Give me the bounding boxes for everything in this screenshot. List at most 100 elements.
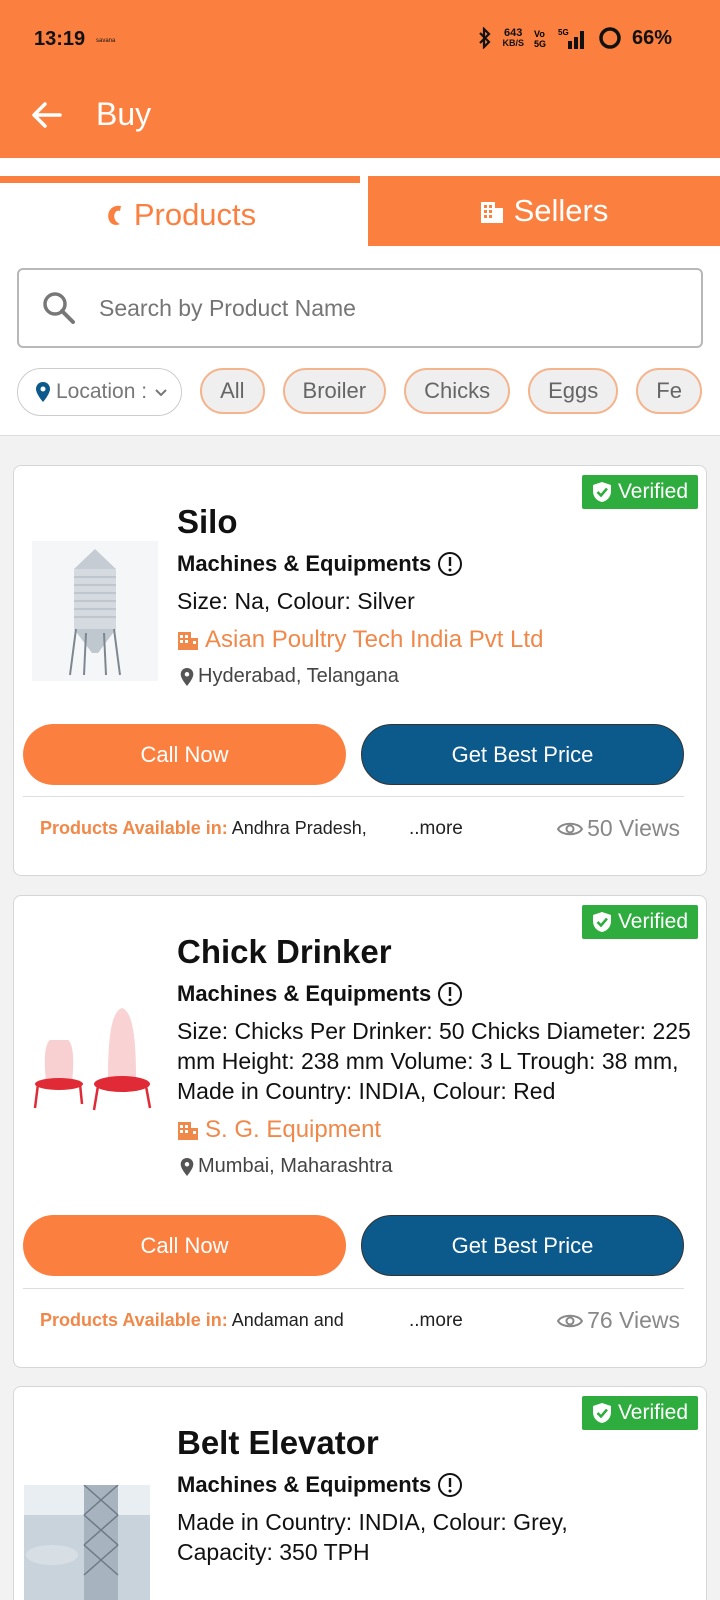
product-title[interactable]: Belt Elevator <box>177 1424 379 1462</box>
views-count: 50 Views <box>557 815 680 842</box>
verified-label: Verified <box>617 910 688 933</box>
svg-text:5G: 5G <box>558 28 569 37</box>
search-box[interactable] <box>17 268 703 348</box>
seller-link[interactable]: Asian Poultry Tech India Pvt Ltd <box>177 626 543 654</box>
availability-value: Andhra Pradesh, <box>231 818 367 838</box>
availability-label: Products Available in: <box>40 818 228 838</box>
product-category: Machines & Equipments <box>177 1472 463 1498</box>
bluetooth-icon <box>479 27 492 49</box>
product-description: Size: Na, Colour: Silver <box>177 588 415 614</box>
app-header: 13:19 savana 643 KB/S Vo 5G 5G 66% Buy <box>0 0 720 158</box>
location-pin-icon <box>180 1157 194 1176</box>
product-title[interactable]: Silo <box>177 503 238 541</box>
more-link[interactable]: ..more <box>409 1310 463 1332</box>
info-icon[interactable] <box>437 551 463 577</box>
verified-label: Verified <box>617 1401 688 1424</box>
product-card[interactable]: Verified Silo Machines & Equipments Size… <box>13 465 707 876</box>
filter-chips: Location : All Broiler Chicks Eggs Fe <box>17 368 720 418</box>
location-pin-icon <box>36 382 50 402</box>
search-icon <box>43 292 75 324</box>
svg-text:Vo: Vo <box>534 29 545 39</box>
product-description: Size: Chicks Per Drinker: 50 Chicks Diam… <box>177 1018 691 1104</box>
product-category-label: Machines & Equipments <box>177 981 432 1006</box>
more-link[interactable]: ..more <box>409 818 463 840</box>
call-now-button[interactable]: Call Now <box>23 1215 346 1276</box>
chip-feed[interactable]: Fe <box>636 368 702 414</box>
availability-value: Andaman and <box>231 1310 344 1330</box>
product-category-label: Machines & Equipments <box>177 551 432 576</box>
chick-drinker-image <box>32 1004 158 1144</box>
verified-shield-icon <box>592 1403 611 1423</box>
chip-broiler[interactable]: Broiler <box>282 368 387 414</box>
verified-badge: Verified <box>581 905 698 939</box>
views-count: 76 Views <box>557 1307 680 1334</box>
status-icons: 643 KB/S Vo 5G 5G 66% <box>478 26 672 50</box>
info-icon[interactable] <box>437 981 463 1007</box>
svg-text:5G: 5G <box>534 39 546 49</box>
seller-link[interactable]: S. G. Equipment <box>177 1116 381 1144</box>
call-now-button[interactable]: Call Now <box>23 724 346 785</box>
tab-sellers-label: Sellers <box>513 193 609 228</box>
signal-icon: 5G <box>558 28 584 49</box>
product-location: Hyderabad, Telangana <box>180 665 399 688</box>
network-speed: 643 KB/S <box>502 28 524 49</box>
chip-chicks[interactable]: Chicks <box>404 368 511 414</box>
volte-icon: Vo5G <box>534 29 546 49</box>
chip-all[interactable]: All <box>200 368 265 414</box>
availability: Products Available in: Andhra Pradesh, <box>40 818 367 839</box>
status-carrier: savana <box>96 38 116 44</box>
divider <box>23 1288 684 1289</box>
building-icon <box>178 632 198 650</box>
views-text: 50 Views <box>587 815 680 841</box>
divider <box>23 796 684 797</box>
tab-products-label: Products <box>133 196 257 232</box>
eye-icon <box>557 1314 584 1327</box>
product-category: Machines & Equipments <box>177 551 463 577</box>
tab-bar: Products Sellers <box>0 158 720 250</box>
battery-icon <box>599 27 621 49</box>
network-speed-unit: KB/S <box>502 38 524 48</box>
tab-products[interactable]: Products <box>0 176 360 246</box>
products-logo-icon <box>108 205 121 225</box>
location-pin-icon <box>180 667 194 686</box>
seller-name: S. G. Equipment <box>205 1116 382 1143</box>
tab-sellers[interactable]: Sellers <box>368 176 720 246</box>
status-bar: 13:19 savana 643 KB/S Vo 5G 5G 66% <box>0 0 720 80</box>
product-card[interactable]: Verified Chick Drinker Machines & Equipm… <box>13 895 707 1368</box>
eye-icon <box>557 822 584 835</box>
product-description: Made in Country: INDIA, Colour: Grey, Ca… <box>177 1509 568 1565</box>
verified-shield-icon <box>592 482 611 502</box>
product-location: Mumbai, Maharashtra <box>180 1155 393 1178</box>
verified-label: Verified <box>617 480 688 503</box>
verified-badge: Verified <box>581 1396 698 1430</box>
status-time: 13:19 <box>34 28 86 50</box>
battery-percent: 66% <box>631 26 672 49</box>
belt-elevator-image <box>24 1485 150 1600</box>
product-category-label: Machines & Equipments <box>177 1472 432 1497</box>
product-location-text: Hyderabad, Telangana <box>198 665 399 687</box>
chip-eggs[interactable]: Eggs <box>528 368 619 414</box>
building-icon <box>178 1122 198 1140</box>
get-best-price-button[interactable]: Get Best Price <box>361 724 684 785</box>
chevron-down-icon <box>155 389 167 397</box>
verified-shield-icon <box>592 912 611 932</box>
product-title[interactable]: Chick Drinker <box>177 933 392 971</box>
seller-name: Asian Poultry Tech India Pvt Ltd <box>205 626 544 653</box>
availability-label: Products Available in: <box>40 1310 228 1330</box>
availability: Products Available in: Andaman and <box>40 1310 344 1331</box>
location-dropdown[interactable]: Location : <box>17 368 183 416</box>
verified-badge: Verified <box>581 475 698 509</box>
building-icon <box>480 202 503 223</box>
views-text: 76 Views <box>587 1307 680 1333</box>
product-location-text: Mumbai, Maharashtra <box>198 1155 393 1177</box>
search-filter-area: Location : All Broiler Chicks Eggs Fe <box>0 250 720 436</box>
product-category: Machines & Equipments <box>177 981 463 1007</box>
get-best-price-button[interactable]: Get Best Price <box>361 1215 684 1276</box>
location-label: Location : <box>56 380 148 403</box>
search-input[interactable] <box>99 294 659 322</box>
back-arrow-icon[interactable] <box>30 98 64 132</box>
silo-image <box>32 541 158 681</box>
info-icon[interactable] <box>437 1472 463 1498</box>
product-card[interactable]: Verified Belt Elevator Machines & Equipm… <box>13 1386 707 1600</box>
page-title: Buy <box>96 96 152 132</box>
